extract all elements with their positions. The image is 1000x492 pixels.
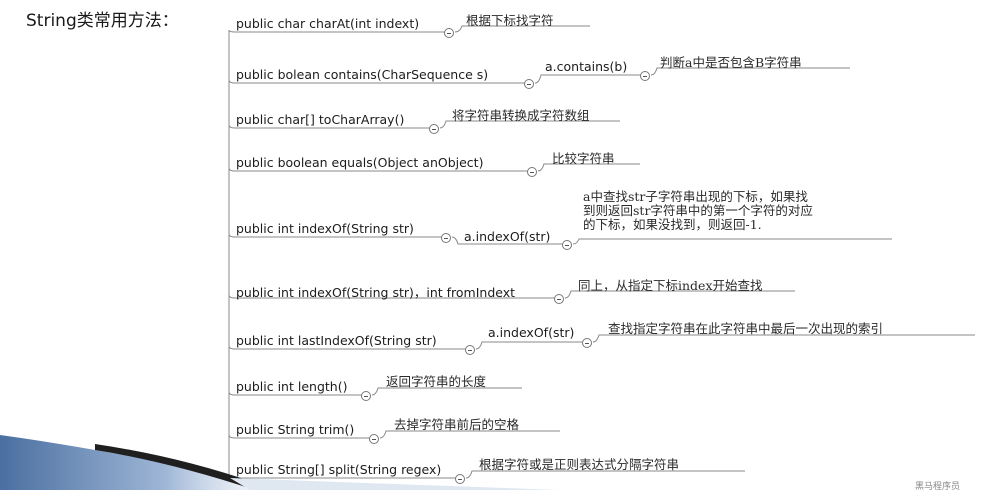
- collapse-button[interactable]: [444, 28, 454, 38]
- description-line: 的下标，如果没找到，则返回-1.: [583, 217, 762, 232]
- method-description: 返回字符串的长度: [386, 374, 487, 389]
- branch-line: [534, 74, 641, 84]
- description-line: 到则返回str字符串中的第一个字符的对应: [583, 203, 813, 218]
- method-example: a.indexOf(str): [464, 229, 551, 244]
- collapse-button[interactable]: [582, 338, 592, 348]
- method-description: 将字符串转换成字符数组: [452, 108, 590, 123]
- branch-line: [475, 341, 583, 350]
- collapse-button[interactable]: [640, 71, 650, 81]
- method-signature: public int length(): [236, 379, 348, 394]
- method-description: 查找指定字符串在此字符串中最后一次出现的索引: [608, 321, 884, 336]
- method-description: a中查找str子字符串出现的下标，如果找 到则返回str字符串中的第一个字符的对…: [583, 190, 883, 232]
- method-description: 比较字符串: [552, 151, 615, 166]
- collapse-button[interactable]: [465, 345, 475, 355]
- collapse-button[interactable]: [524, 79, 534, 89]
- method-signature: public char[] toCharArray(): [236, 112, 405, 127]
- collapse-button[interactable]: [441, 233, 451, 243]
- collapse-button[interactable]: [554, 294, 564, 304]
- method-signature: public int lastIndexOf(String str): [236, 333, 437, 348]
- method-description: 判断a中是否包含B字符串: [660, 55, 802, 70]
- collapse-button[interactable]: [562, 240, 572, 250]
- decorative-swoosh-light: [230, 478, 560, 490]
- method-signature: public String trim(): [236, 422, 355, 437]
- method-description: 根据字符或是正则表达式分隔字符串: [479, 457, 680, 472]
- collapse-button[interactable]: [527, 167, 537, 177]
- collapse-button[interactable]: [429, 124, 439, 134]
- method-signature: public int indexOf(String str): [236, 221, 414, 236]
- footer-watermark: 黑马程序员: [914, 482, 960, 492]
- method-signature: public String[] split(String regex): [236, 462, 442, 477]
- method-description: 同上，从指定下标index开始查找: [578, 278, 763, 293]
- branch-line: [572, 238, 892, 245]
- method-example: a.indexOf(str): [488, 325, 575, 340]
- method-description: 去掉字符串前后的空格: [394, 417, 520, 432]
- collapse-button[interactable]: [455, 474, 465, 484]
- collapse-button[interactable]: [369, 434, 379, 444]
- method-signature: public int indexOf(String str)，int fromI…: [236, 285, 516, 300]
- description-line: a中查找str子字符串出现的下标，如果找: [583, 189, 808, 204]
- method-signature: public bolean contains(CharSequence s): [236, 67, 489, 82]
- method-signature: public char charAt(int indext): [236, 16, 420, 31]
- method-signature: public boolean equals(Object anObject): [236, 155, 484, 170]
- method-description: 根据下标找字符: [466, 13, 554, 28]
- collapse-button[interactable]: [361, 391, 371, 401]
- method-example: a.contains(b): [545, 59, 628, 74]
